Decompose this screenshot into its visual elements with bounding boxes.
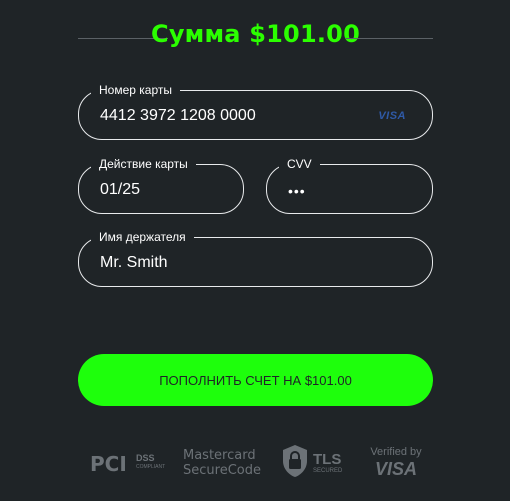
divider-right <box>345 38 433 39</box>
top-up-button[interactable]: ПОПОЛНИТЬ СЧЕТ НА $101.00 <box>78 354 433 406</box>
cardholder-field[interactable]: Имя держателя Mr. Smith <box>78 229 433 287</box>
card-number-label: Номер карты <box>91 82 180 98</box>
mastercard-securecode-icon: Mastercard SecureCode <box>183 442 268 482</box>
verified-by-visa-icon: Verified by VISA <box>361 442 431 482</box>
tls-secured-icon: TLS SECURED <box>281 442 351 482</box>
card-number-field[interactable]: Номер карты 4412 3972 1208 0000 VISA <box>78 82 433 140</box>
expiry-label: Действие карты <box>91 156 196 172</box>
dss-word: DSS <box>136 453 155 463</box>
amount-header: Сумма $101.00 <box>78 18 433 58</box>
tls-sub: SECURED <box>313 468 343 474</box>
cardholder-input[interactable]: Mr. Smith <box>100 254 168 272</box>
expiry-input[interactable]: 01/25 <box>100 181 140 199</box>
pci-word: PCI <box>90 452 127 476</box>
mc-line2: SecureCode <box>183 463 261 478</box>
pci-sub: COMPLIANT <box>136 464 166 470</box>
cvv-label: CVV <box>279 156 320 172</box>
visa-line2: VISA <box>374 459 417 479</box>
card-number-input[interactable]: 4412 3972 1208 0000 <box>100 107 256 125</box>
visa-line1: Verified by <box>370 446 422 458</box>
page-title: Сумма $101.00 <box>151 20 360 48</box>
security-badges: PCI DSS COMPLIANT Mastercard SecureCode … <box>78 442 433 482</box>
lock-shield-icon <box>283 445 307 477</box>
mc-line1: Mastercard <box>183 448 256 463</box>
expiry-field[interactable]: Действие карты 01/25 <box>78 156 244 214</box>
cvv-input[interactable]: ••• <box>288 182 306 200</box>
tls-word: TLS <box>313 451 342 468</box>
cvv-field[interactable]: CVV ••• <box>266 156 433 214</box>
pci-dss-icon: PCI DSS COMPLIANT <box>88 442 168 482</box>
visa-icon: VISA <box>378 110 406 122</box>
cardholder-label: Имя держателя <box>91 229 194 245</box>
